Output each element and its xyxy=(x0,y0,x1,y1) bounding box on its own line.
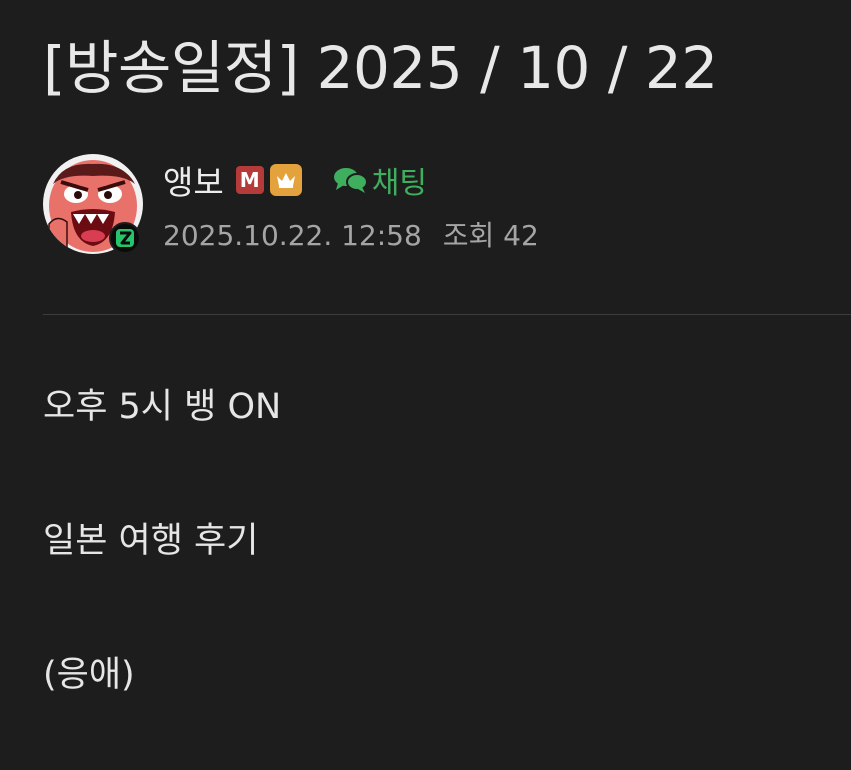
post-datetime: 2025.10.22. 12:58 xyxy=(163,219,422,252)
post-page: [방송일정] 2025 / 10 / 22 앵보 M 채팅 2025.10.22… xyxy=(0,0,851,770)
z-icon xyxy=(116,229,134,247)
author-avatar[interactable] xyxy=(43,154,143,254)
body-line-1: 오후 5시 뱅 ON xyxy=(43,387,282,427)
crown-icon xyxy=(269,164,302,196)
crown-icon-svg xyxy=(276,173,295,188)
chat-link[interactable]: 채팅 xyxy=(332,158,427,202)
body-line-3: (응애) xyxy=(43,655,135,695)
avatar-level-badge xyxy=(109,222,141,254)
chat-label: 채팅 xyxy=(371,166,427,201)
author-name-line: 앵보 M 채팅 xyxy=(163,158,427,202)
author-name[interactable]: 앵보 xyxy=(163,156,224,204)
chat-bubbles-icon xyxy=(333,168,368,193)
post-meta: 2025.10.22. 12:58 조회 42 xyxy=(163,214,539,254)
manager-badge-label: M xyxy=(239,168,260,192)
body-line-2: 일본 여행 후기 xyxy=(43,521,259,561)
views-label: 조회 xyxy=(442,219,495,252)
header-divider xyxy=(43,314,851,315)
manager-badge: M xyxy=(235,166,264,194)
views-count: 42 xyxy=(503,219,539,252)
post-title: [방송일정] 2025 / 10 / 22 xyxy=(43,34,718,102)
author-row: 앵보 M 채팅 2025.10.22. 12:58 조회 42 xyxy=(43,154,843,264)
